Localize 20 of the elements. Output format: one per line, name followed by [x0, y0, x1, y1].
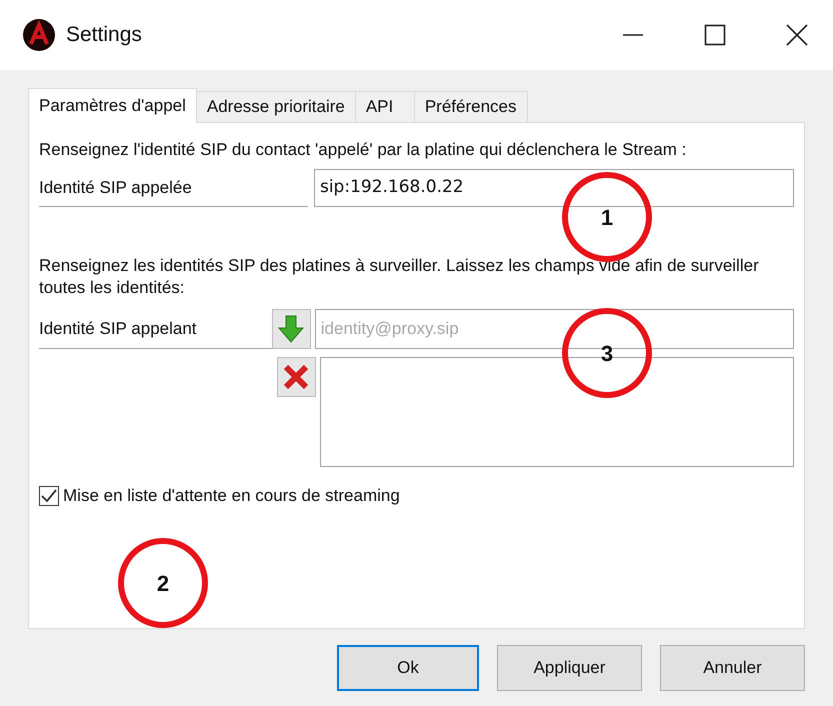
delete-button[interactable]: [277, 357, 316, 397]
check-icon: [41, 488, 57, 503]
window-title: Settings: [66, 22, 142, 48]
field-label: Identité SIP appelant: [39, 309, 272, 349]
checkbox-label: Mise en liste d'attente en cours de streaming: [63, 485, 400, 507]
tab[interactable]: Préférences: [414, 91, 528, 122]
delete-icon: [283, 364, 310, 390]
dialog-button[interactable]: Ok: [337, 645, 479, 691]
tab[interactable]: Paramètres d'appel: [28, 88, 197, 123]
down-arrow-icon: [278, 315, 304, 343]
called-identity-field[interactable]: sip:192.168.0.22: [314, 169, 794, 207]
dialog-button[interactable]: Annuler: [660, 645, 805, 691]
close-icon[interactable]: [786, 24, 808, 46]
dialog-button[interactable]: Appliquer: [497, 645, 642, 691]
add-button[interactable]: [272, 309, 311, 349]
checkbox[interactable]: [39, 486, 59, 506]
field-label: Identité SIP appelée: [39, 169, 308, 207]
maximize-icon[interactable]: [704, 24, 726, 46]
called-description: Renseignez l'identité SIP du contact 'appelé' par la platine qui déclenchera le Stream :: [39, 139, 688, 161]
app-logo-icon: [22, 18, 56, 52]
